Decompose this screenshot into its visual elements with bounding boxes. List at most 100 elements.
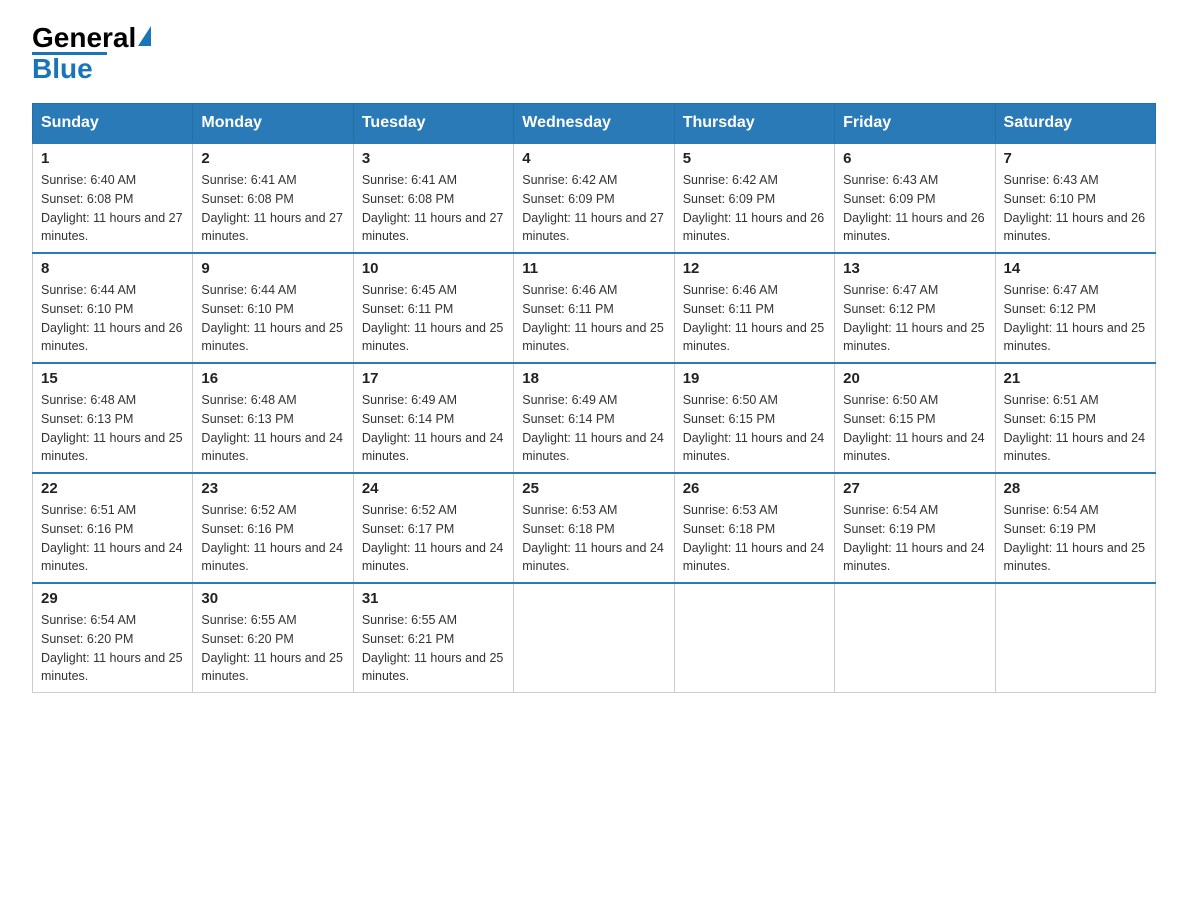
calendar-table: SundayMondayTuesdayWednesdayThursdayFrid… [32,103,1156,693]
day-info: Sunrise: 6:54 AMSunset: 6:19 PMDaylight:… [1004,501,1147,576]
weekday-header-row: SundayMondayTuesdayWednesdayThursdayFrid… [33,104,1156,144]
day-number: 8 [41,260,184,277]
calendar-cell [995,583,1155,693]
calendar-cell: 9 Sunrise: 6:44 AMSunset: 6:10 PMDaylight… [193,253,353,363]
calendar-cell: 30 Sunrise: 6:55 AMSunset: 6:20 PMDayligh… [193,583,353,693]
calendar-cell: 16 Sunrise: 6:48 AMSunset: 6:13 PMDayligh… [193,363,353,473]
weekday-header-wednesday: Wednesday [514,104,674,144]
day-number: 6 [843,150,986,167]
calendar-cell: 28 Sunrise: 6:54 AMSunset: 6:19 PMDayligh… [995,473,1155,583]
day-info: Sunrise: 6:46 AMSunset: 6:11 PMDaylight:… [683,281,826,356]
day-info: Sunrise: 6:55 AMSunset: 6:21 PMDaylight:… [362,611,505,686]
logo-triangle-icon [138,26,151,46]
day-number: 25 [522,480,665,497]
day-info: Sunrise: 6:46 AMSunset: 6:11 PMDaylight:… [522,281,665,356]
calendar-cell: 22 Sunrise: 6:51 AMSunset: 6:16 PMDayligh… [33,473,193,583]
day-info: Sunrise: 6:44 AMSunset: 6:10 PMDaylight:… [41,281,184,356]
day-number: 26 [683,480,826,497]
calendar-cell: 29 Sunrise: 6:54 AMSunset: 6:20 PMDayligh… [33,583,193,693]
day-number: 24 [362,480,505,497]
day-number: 21 [1004,370,1147,387]
calendar-cell: 13 Sunrise: 6:47 AMSunset: 6:12 PMDayligh… [835,253,995,363]
day-info: Sunrise: 6:49 AMSunset: 6:14 PMDaylight:… [522,391,665,466]
day-info: Sunrise: 6:43 AMSunset: 6:10 PMDaylight:… [1004,171,1147,246]
day-number: 13 [843,260,986,277]
calendar-cell: 4 Sunrise: 6:42 AMSunset: 6:09 PMDaylight… [514,143,674,253]
weekday-header-saturday: Saturday [995,104,1155,144]
calendar-cell: 26Sunrise: 6:53 AMSunset: 6:18 PMDayligh… [674,473,834,583]
day-info: Sunrise: 6:41 AMSunset: 6:08 PMDaylight:… [201,171,344,246]
day-number: 28 [1004,480,1147,497]
calendar-cell: 3 Sunrise: 6:41 AMSunset: 6:08 PMDaylight… [353,143,513,253]
calendar-cell: 15 Sunrise: 6:48 AMSunset: 6:13 PMDayligh… [33,363,193,473]
day-number: 12 [683,260,826,277]
day-info: Sunrise: 6:53 AMSunset: 6:18 PMDaylight:… [522,501,665,576]
calendar-cell: 11 Sunrise: 6:46 AMSunset: 6:11 PMDayligh… [514,253,674,363]
day-number: 15 [41,370,184,387]
day-info: Sunrise: 6:55 AMSunset: 6:20 PMDaylight:… [201,611,344,686]
day-info: Sunrise: 6:40 AMSunset: 6:08 PMDaylight:… [41,171,184,246]
day-info: Sunrise: 6:49 AMSunset: 6:14 PMDaylight:… [362,391,505,466]
day-info: Sunrise: 6:52 AMSunset: 6:17 PMDaylight:… [362,501,505,576]
day-info: Sunrise: 6:44 AMSunset: 6:10 PMDaylight:… [201,281,344,356]
calendar-cell: 18 Sunrise: 6:49 AMSunset: 6:14 PMDayligh… [514,363,674,473]
day-number: 20 [843,370,986,387]
calendar-cell: 23Sunrise: 6:52 AMSunset: 6:16 PMDayligh… [193,473,353,583]
calendar-cell: 21 Sunrise: 6:51 AMSunset: 6:15 PMDayligh… [995,363,1155,473]
day-number: 22 [41,480,184,497]
calendar-cell [835,583,995,693]
day-number: 16 [201,370,344,387]
day-info: Sunrise: 6:54 AMSunset: 6:19 PMDaylight:… [843,501,986,576]
day-info: Sunrise: 6:47 AMSunset: 6:12 PMDaylight:… [843,281,986,356]
day-info: Sunrise: 6:42 AMSunset: 6:09 PMDaylight:… [683,171,826,246]
calendar-cell: 5 Sunrise: 6:42 AMSunset: 6:09 PMDaylight… [674,143,834,253]
day-number: 31 [362,590,505,607]
week-row-1: 1 Sunrise: 6:40 AMSunset: 6:08 PMDaylight… [33,143,1156,253]
logo-blue-text: Blue [32,55,93,83]
day-number: 10 [362,260,505,277]
day-info: Sunrise: 6:52 AMSunset: 6:16 PMDaylight:… [201,501,344,576]
calendar-cell: 7Sunrise: 6:43 AMSunset: 6:10 PMDaylight… [995,143,1155,253]
calendar-cell: 2Sunrise: 6:41 AMSunset: 6:08 PMDaylight… [193,143,353,253]
week-row-3: 15 Sunrise: 6:48 AMSunset: 6:13 PMDayligh… [33,363,1156,473]
day-number: 18 [522,370,665,387]
day-number: 14 [1004,260,1147,277]
day-number: 5 [683,150,826,167]
day-info: Sunrise: 6:50 AMSunset: 6:15 PMDaylight:… [843,391,986,466]
day-number: 1 [41,150,184,167]
day-info: Sunrise: 6:54 AMSunset: 6:20 PMDaylight:… [41,611,184,686]
weekday-header-sunday: Sunday [33,104,193,144]
calendar-cell: 24 Sunrise: 6:52 AMSunset: 6:17 PMDayligh… [353,473,513,583]
logo-general-text: General [32,24,136,52]
week-row-5: 29 Sunrise: 6:54 AMSunset: 6:20 PMDayligh… [33,583,1156,693]
day-number: 27 [843,480,986,497]
day-number: 4 [522,150,665,167]
calendar-cell: 27 Sunrise: 6:54 AMSunset: 6:19 PMDayligh… [835,473,995,583]
calendar-cell: 17Sunrise: 6:49 AMSunset: 6:14 PMDayligh… [353,363,513,473]
week-row-2: 8 Sunrise: 6:44 AMSunset: 6:10 PMDaylight… [33,253,1156,363]
day-number: 9 [201,260,344,277]
day-number: 30 [201,590,344,607]
day-number: 29 [41,590,184,607]
calendar-cell: 19Sunrise: 6:50 AMSunset: 6:15 PMDayligh… [674,363,834,473]
calendar-cell [674,583,834,693]
day-number: 3 [362,150,505,167]
page-header: General Blue [32,24,1156,83]
day-info: Sunrise: 6:42 AMSunset: 6:09 PMDaylight:… [522,171,665,246]
day-number: 11 [522,260,665,277]
day-info: Sunrise: 6:51 AMSunset: 6:16 PMDaylight:… [41,501,184,576]
day-info: Sunrise: 6:48 AMSunset: 6:13 PMDaylight:… [201,391,344,466]
day-info: Sunrise: 6:51 AMSunset: 6:15 PMDaylight:… [1004,391,1147,466]
logo: General Blue [32,24,151,83]
weekday-header-thursday: Thursday [674,104,834,144]
day-info: Sunrise: 6:43 AMSunset: 6:09 PMDaylight:… [843,171,986,246]
weekday-header-tuesday: Tuesday [353,104,513,144]
day-info: Sunrise: 6:41 AMSunset: 6:08 PMDaylight:… [362,171,505,246]
calendar-cell: 6 Sunrise: 6:43 AMSunset: 6:09 PMDaylight… [835,143,995,253]
week-row-4: 22 Sunrise: 6:51 AMSunset: 6:16 PMDayligh… [33,473,1156,583]
calendar-cell: 12 Sunrise: 6:46 AMSunset: 6:11 PMDayligh… [674,253,834,363]
calendar-cell: 8 Sunrise: 6:44 AMSunset: 6:10 PMDaylight… [33,253,193,363]
day-info: Sunrise: 6:48 AMSunset: 6:13 PMDaylight:… [41,391,184,466]
calendar-cell [514,583,674,693]
calendar-cell: 1 Sunrise: 6:40 AMSunset: 6:08 PMDaylight… [33,143,193,253]
